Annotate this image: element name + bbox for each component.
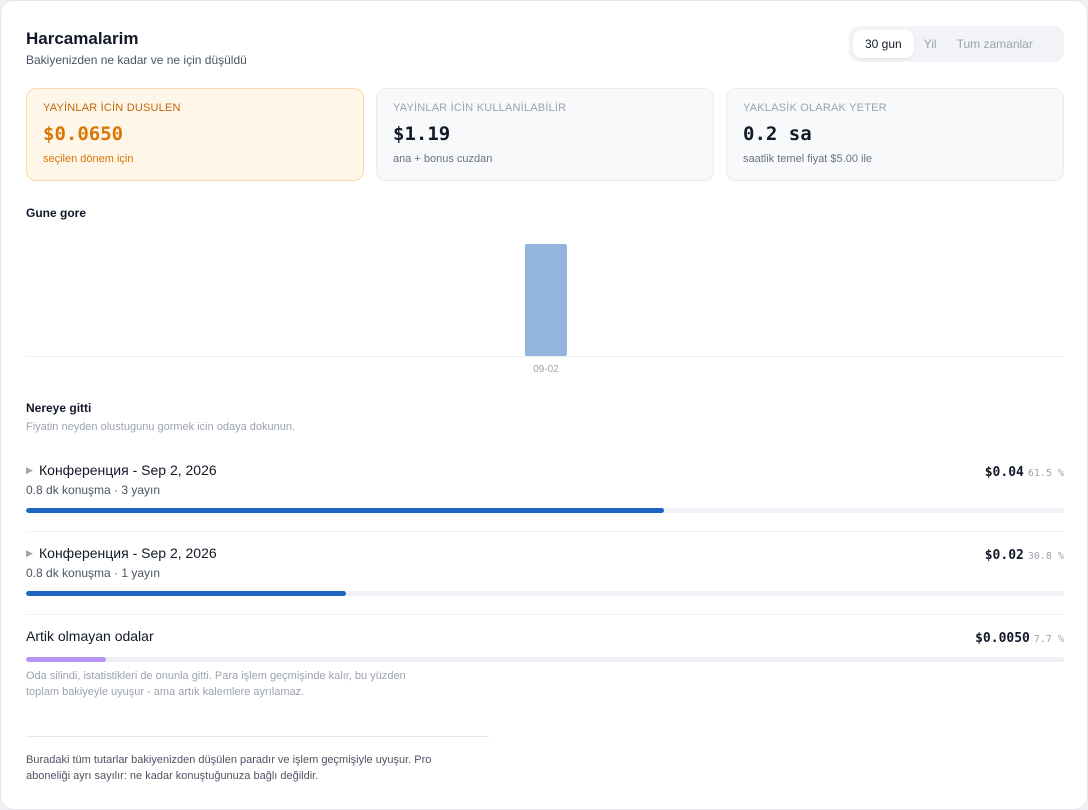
stat-available: YAYİNLAR İCİN KULLANİLABİLİR $1.19 ana +… [376, 88, 714, 181]
deleted-rooms-row: Artik olmayan odalar $0.0050 7.7 % Oda si… [26, 628, 1064, 708]
stat-enough-for-label: YAKLASİK OLARAK YETER [743, 102, 887, 114]
spending-card: Harcamalarim Bakiyenizden ne kadar ve ne… [0, 0, 1088, 810]
room-percent: 30.8 % [1027, 551, 1064, 562]
room-share-bar [26, 591, 1064, 596]
chart-tick-label: 09-02 [533, 364, 559, 375]
footer-divider [26, 736, 489, 737]
chart-bar[interactable] [525, 244, 567, 356]
room-name: Конференция - Sep 2, 2026 [39, 545, 217, 561]
room-percent: 61.5 % [1027, 468, 1064, 479]
divider [26, 614, 1064, 615]
room-row[interactable]: ▶ Конференция - Sep 2, 2026 0.8 dk konuş… [26, 462, 1064, 517]
stat-enough-for-note: saatlik temel fiyat $5.00 ile [743, 153, 873, 165]
deleted-rooms-share-fill [26, 657, 106, 662]
tab-30-days[interactable]: 30 gun [853, 30, 914, 58]
by-day-bar-chart: 09-02 [26, 244, 1064, 375]
room-amount: $0.02 [984, 548, 1024, 563]
stat-spent-note: seçilen dönem için [43, 153, 134, 165]
room-share-fill [26, 508, 665, 513]
deleted-rooms-note: Oda silindi, istatistikleri de onunla gi… [26, 670, 406, 698]
stat-enough-for: YAKLASİK OLARAK YETER 0.2 sa saatlik tem… [726, 88, 1064, 181]
tab-year[interactable]: Yil [914, 30, 947, 58]
deleted-rooms-amount: $0.0050 [975, 631, 1030, 646]
divider [26, 531, 1064, 532]
room-name: Конференция - Sep 2, 2026 [39, 462, 217, 478]
tab-all-time[interactable]: Tum zamanlar [947, 30, 1043, 58]
breakdown-subtitle: Fiyatin neyden olustugunu gormek icin od… [26, 421, 296, 433]
by-day-title: Gune gore [26, 206, 87, 220]
stat-available-value: $1.19 [393, 123, 451, 145]
room-meta: 0.8 dk konuşma · 1 yayın [26, 566, 161, 580]
room-share-fill [26, 591, 346, 596]
stat-available-note: ana + bonus cuzdan [393, 153, 493, 165]
room-share-bar [26, 508, 1064, 513]
stat-available-label: YAYİNLAR İCİN KULLANİLABİLİR [393, 102, 567, 114]
room-amount-group: $0.04 61.5 % [985, 463, 1064, 481]
stat-spent: YAYİNLAR İCİN DUSULEN $0.0650 seçilen dö… [26, 88, 364, 181]
expand-caret-icon[interactable]: ▶ [26, 548, 33, 559]
stat-enough-for-value: 0.2 sa [743, 123, 812, 145]
breakdown-title: Nereye gitti [26, 401, 92, 415]
deleted-rooms-share-bar [26, 657, 1064, 662]
deleted-rooms-percent: 7.7 % [1033, 634, 1064, 645]
room-amount-group: $0.02 30.8 % [985, 546, 1064, 564]
room-row[interactable]: ▶ Конференция - Sep 2, 2026 0.8 dk konuş… [26, 545, 1064, 600]
deleted-rooms-name: Artik olmayan odalar [26, 628, 154, 644]
room-meta: 0.8 dk konuşma · 3 yayın [26, 483, 161, 497]
page-title: Harcamalarim [26, 29, 139, 48]
room-amount: $0.04 [984, 465, 1024, 480]
footer-note: Buradaki tüm tutarlar bakiyenizden düşül… [26, 754, 432, 782]
expand-caret-icon[interactable]: ▶ [26, 465, 33, 476]
period-selector: 30 gun Yil Tum zamanlar [849, 26, 1064, 62]
stat-spent-value: $0.0650 [43, 123, 124, 145]
stat-spent-label: YAYİNLAR İCİN DUSULEN [43, 102, 181, 114]
deleted-rooms-amount-group: $0.0050 7.7 % [975, 629, 1064, 647]
page-subtitle: Bakiyenizden ne kadar ve ne için düşüldü [26, 53, 247, 67]
